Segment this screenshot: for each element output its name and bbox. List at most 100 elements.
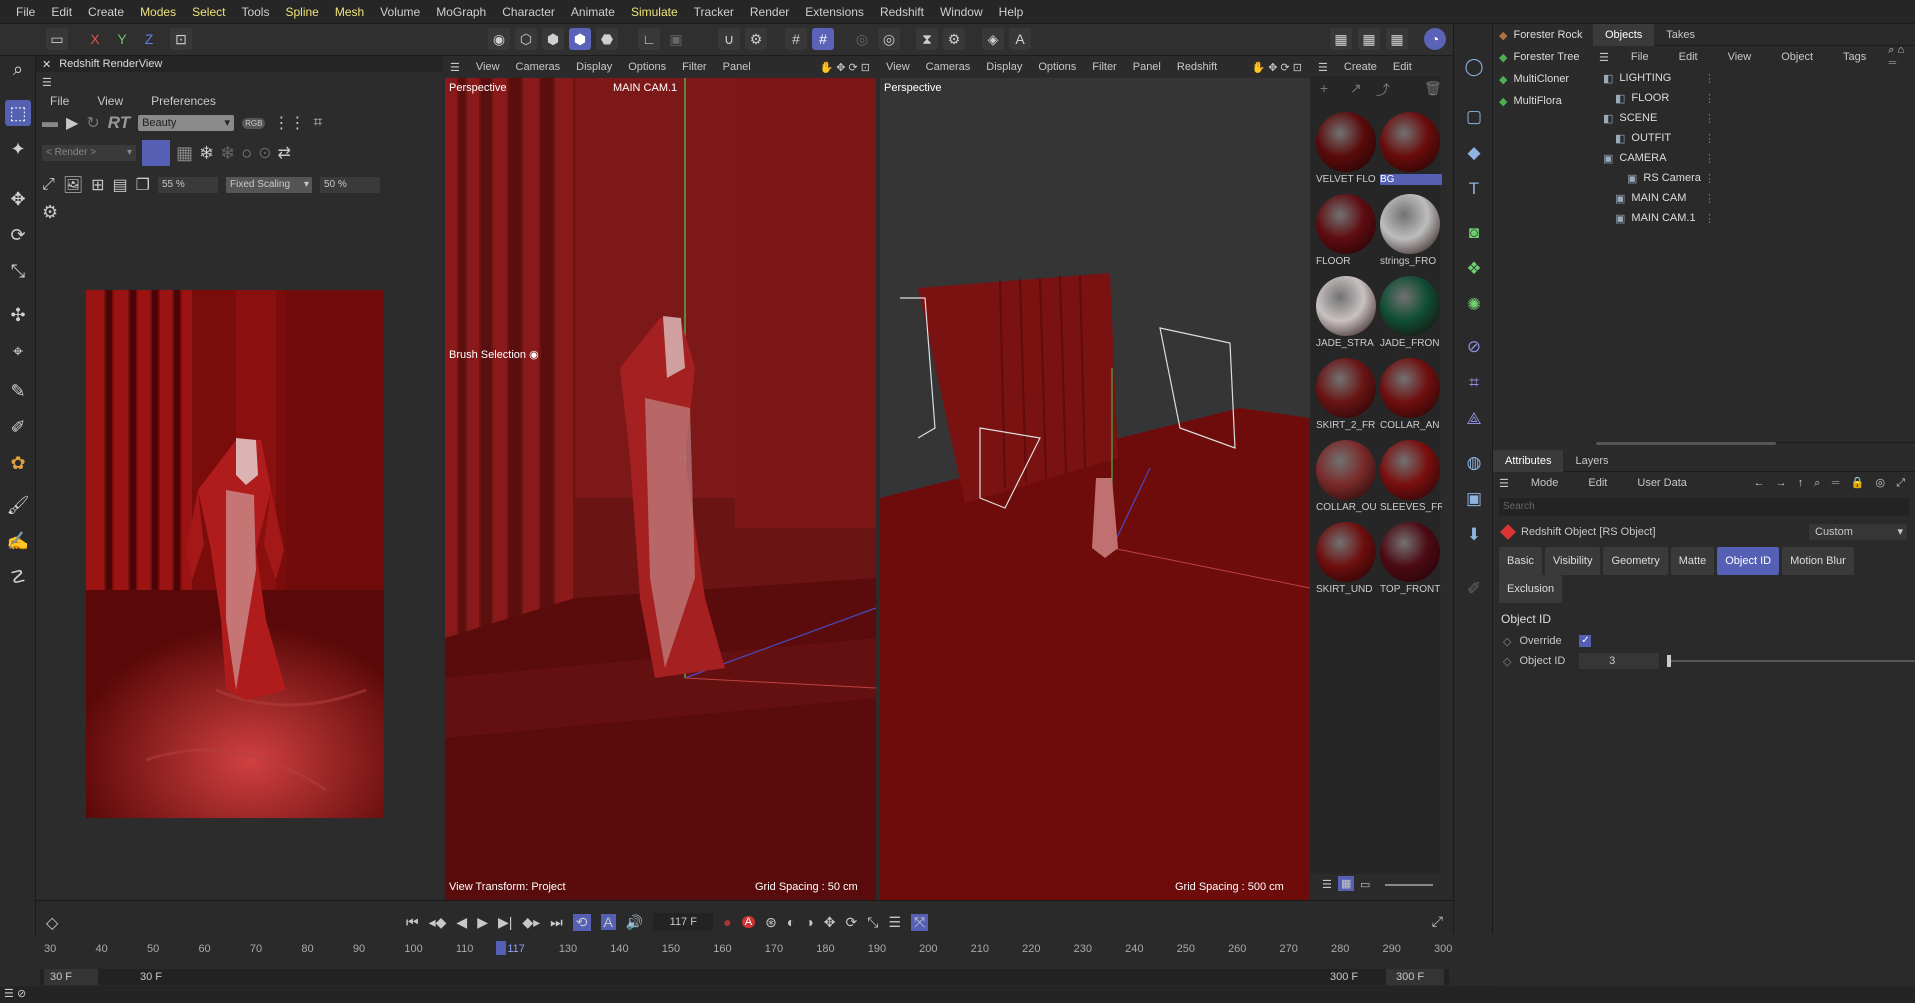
sculpt-icon[interactable]: ☡ bbox=[5, 564, 31, 590]
attrmenu-user-data[interactable]: User Data bbox=[1629, 477, 1695, 489]
tab-motion-blur[interactable]: Motion Blur bbox=[1782, 547, 1854, 575]
fit-icon[interactable]: ⤢ bbox=[42, 176, 55, 194]
menu-select[interactable]: Select bbox=[184, 0, 233, 24]
render-region-icon[interactable]: ◎ bbox=[851, 28, 873, 50]
light-icon[interactable]: ⬇ bbox=[1461, 522, 1487, 548]
range-bar[interactable] bbox=[40, 969, 1449, 985]
tab-takes[interactable]: Takes bbox=[1654, 24, 1707, 46]
material-swatch[interactable] bbox=[1316, 194, 1376, 254]
bend-icon[interactable]: ⌗ bbox=[1461, 370, 1487, 396]
scale-field[interactable]: 50 % bbox=[320, 177, 380, 193]
clapper-play-icon[interactable]: ▦ bbox=[1358, 28, 1380, 50]
points-mode-icon[interactable]: ◉ bbox=[488, 28, 510, 50]
material-label[interactable]: SKIRT_UND bbox=[1316, 584, 1378, 595]
material-label[interactable]: FLOOR bbox=[1316, 256, 1378, 267]
menu-simulate[interactable]: Simulate bbox=[623, 0, 686, 24]
vp2menu-redshift[interactable]: Redshift bbox=[1169, 61, 1225, 73]
visibility-dots-icon[interactable]: ⋮ bbox=[1704, 212, 1715, 225]
hamburger-icon[interactable]: ☰ bbox=[1310, 61, 1336, 74]
material-swatch[interactable] bbox=[1380, 440, 1440, 500]
clapper-icon[interactable]: ▬ bbox=[42, 114, 58, 132]
material-label[interactable]: BG bbox=[1380, 174, 1442, 185]
generator-item[interactable]: ◆ MultiCloner bbox=[1493, 68, 1593, 90]
menu-window[interactable]: Window bbox=[932, 0, 991, 24]
vp2menu-view[interactable]: View bbox=[878, 61, 918, 73]
generator-item[interactable]: ◆ MultiFlora bbox=[1493, 90, 1593, 112]
viewport-2[interactable]: Perspective Grid Spacing : 500 cm bbox=[880, 78, 1310, 900]
object-row[interactable]: ◧ OUTFIT ⋮ bbox=[1593, 128, 1915, 148]
pen-icon[interactable]: ✐ bbox=[1461, 576, 1487, 602]
snap-icon[interactable]: ∪ bbox=[718, 28, 740, 50]
visibility-dots-icon[interactable]: ⋮ bbox=[1704, 152, 1715, 165]
copy-icon[interactable]: ❐ bbox=[136, 175, 150, 195]
viewport-nav-icon[interactable]: ✋ ✥ ⟳ ⊡ bbox=[811, 61, 878, 74]
matmenu-edit[interactable]: Edit bbox=[1385, 61, 1420, 73]
trash-icon[interactable]: 🗑 bbox=[1424, 80, 1442, 97]
search-icon[interactable]: ⌕ bbox=[5, 56, 31, 82]
object-id-slider[interactable] bbox=[1666, 655, 1915, 667]
spline-sketch-icon[interactable]: ✐ bbox=[5, 414, 31, 440]
x-axis-toggle[interactable]: X bbox=[84, 28, 106, 50]
material-label[interactable]: VELVET FLO bbox=[1316, 174, 1378, 185]
keyframe-icon[interactable]: ◇ bbox=[1503, 635, 1511, 648]
workplane-icon[interactable]: ▣ bbox=[665, 28, 687, 50]
aov-select[interactable]: Beauty ▾ bbox=[138, 115, 235, 131]
zoom-slider[interactable] bbox=[1385, 884, 1433, 886]
material-label[interactable]: JADE_FRON bbox=[1380, 338, 1442, 349]
paint-icon[interactable]: ✍ bbox=[5, 528, 31, 554]
link-material-icon[interactable]: ⤴ bbox=[1376, 80, 1390, 100]
compare-icon[interactable]: ⇄ bbox=[277, 143, 290, 163]
y-axis-toggle[interactable]: Y bbox=[111, 28, 133, 50]
rgb-toggle[interactable]: RGB bbox=[242, 117, 266, 129]
menu-mesh[interactable]: Mesh bbox=[327, 0, 372, 24]
playhead[interactable] bbox=[496, 941, 506, 955]
focus-icon[interactable]: ⊙ bbox=[258, 143, 271, 163]
add-image-icon[interactable]: ⊞ bbox=[91, 175, 104, 195]
visibility-dots-icon[interactable]: ⋮ bbox=[1704, 72, 1715, 85]
null-object-icon[interactable]: ▢ bbox=[1461, 104, 1487, 130]
material-swatch[interactable] bbox=[1380, 276, 1440, 336]
edit-material-icon[interactable]: ↗ bbox=[1350, 80, 1362, 97]
coordinate-system-icon[interactable]: ⊡ bbox=[170, 28, 192, 50]
object-row[interactable]: ▣ MAIN CAM ⋮ bbox=[1593, 188, 1915, 208]
horizontal-scrollbar[interactable] bbox=[1596, 442, 1776, 445]
vp1menu-filter[interactable]: Filter bbox=[674, 61, 714, 73]
objmenu-tags[interactable]: Tags bbox=[1835, 51, 1874, 63]
scale-tool-icon[interactable]: ⤡ bbox=[5, 258, 31, 284]
edges-mode-icon[interactable]: ⬡ bbox=[515, 28, 537, 50]
object-row[interactable]: ◧ SCENE ⋮ bbox=[1593, 108, 1915, 128]
object-id-field[interactable]: 3 bbox=[1579, 653, 1659, 669]
polygons-mode-icon[interactable]: ⬢ bbox=[542, 28, 564, 50]
tiles-icon[interactable]: ▦ bbox=[176, 143, 193, 164]
menu-tools[interactable]: Tools bbox=[233, 0, 277, 24]
tab-layers[interactable]: Layers bbox=[1563, 450, 1620, 472]
object-row[interactable]: ◧ FLOOR ⋮ bbox=[1593, 88, 1915, 108]
vp2menu-cameras[interactable]: Cameras bbox=[918, 61, 979, 73]
rvmenu-file[interactable]: File bbox=[42, 94, 77, 108]
redshift-icon[interactable]: ◔ bbox=[1424, 28, 1446, 50]
tab-basic[interactable]: Basic bbox=[1499, 547, 1542, 575]
vp2menu-panel[interactable]: Panel bbox=[1125, 61, 1169, 73]
menu-spline[interactable]: Spline bbox=[277, 0, 326, 24]
render-pass-icon[interactable] bbox=[142, 140, 170, 166]
cube-icon[interactable]: ◆ bbox=[1461, 140, 1487, 166]
effector-icon[interactable]: ✺ bbox=[1461, 292, 1487, 318]
menu-redshift[interactable]: Redshift bbox=[872, 0, 932, 24]
vp2menu-filter[interactable]: Filter bbox=[1084, 61, 1124, 73]
grid-toggle-icon[interactable]: ⋮⋮ bbox=[273, 113, 305, 133]
material-swatch[interactable] bbox=[1380, 358, 1440, 418]
clapper-settings-icon[interactable]: ▦ bbox=[1386, 28, 1408, 50]
refresh-icon[interactable]: ↻ bbox=[86, 113, 99, 133]
objmenu-edit[interactable]: Edit bbox=[1671, 51, 1706, 63]
material-label[interactable]: JADE_STRA bbox=[1316, 338, 1378, 349]
material-label[interactable]: SLEEVES_FR bbox=[1380, 502, 1442, 513]
menu-extensions[interactable]: Extensions bbox=[797, 0, 872, 24]
rotate-tool-icon[interactable]: ⟳ bbox=[5, 222, 31, 248]
freeze-dim-icon[interactable]: ❄ bbox=[220, 143, 235, 164]
camera-icon[interactable]: ◍ bbox=[1461, 450, 1487, 476]
preset-select[interactable]: Custom ▾ bbox=[1809, 524, 1907, 540]
select-tool-icon[interactable]: ⬚ bbox=[5, 100, 31, 126]
material-label[interactable]: TOP_FRONT bbox=[1380, 584, 1442, 595]
material-swatch[interactable] bbox=[1380, 522, 1440, 582]
menu-volume[interactable]: Volume bbox=[372, 0, 428, 24]
